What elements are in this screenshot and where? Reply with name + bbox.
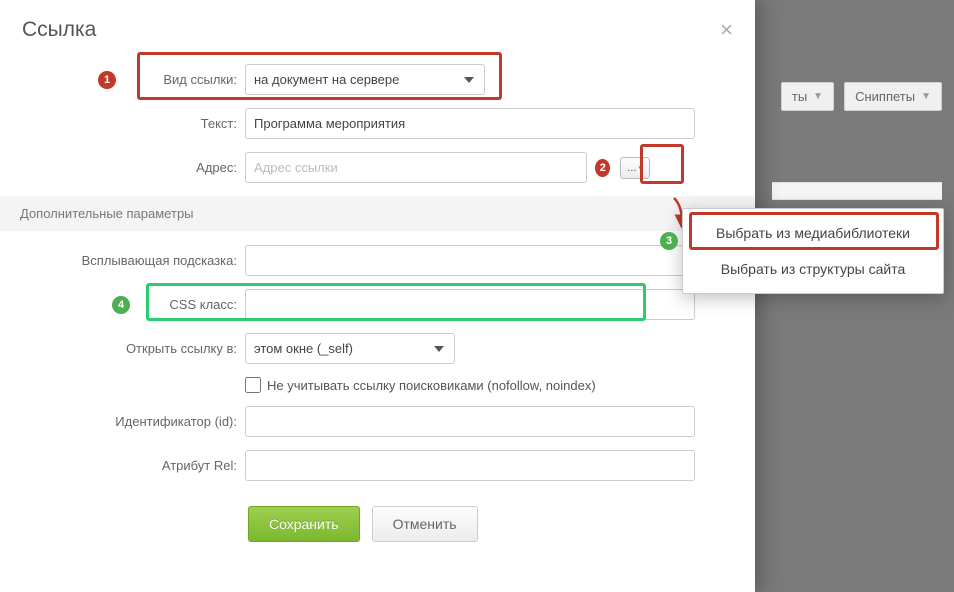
save-button[interactable]: Сохранить (248, 506, 360, 542)
open-in-select[interactable]: этом окне (_self) (245, 333, 455, 364)
link-dialog: Ссылка × 1 Вид ссылки: на документ на се… (0, 0, 755, 592)
row-rel: Атрибут Rel: (0, 450, 755, 481)
chevron-down-icon: ▼ (813, 91, 823, 102)
dialog-title: Ссылка (22, 18, 96, 42)
tooltip-input[interactable] (245, 245, 695, 276)
bg-strip (772, 182, 942, 200)
row-link-type: 1 Вид ссылки: на документ на сервере (0, 64, 755, 95)
row-address: Адрес: 2 ... (0, 152, 755, 183)
bg-button-label: ты (792, 89, 807, 104)
close-icon[interactable]: × (720, 19, 733, 41)
address-input[interactable] (245, 152, 587, 183)
row-open-in: Открыть ссылку в: этом окне (_self) (0, 333, 755, 364)
row-tooltip: Всплывающая подсказка: (0, 245, 755, 276)
annotation-marker-4: 4 (112, 296, 130, 314)
row-css-class: 4 CSS класс: (0, 289, 755, 320)
bg-button-snippets[interactable]: Сниппеты ▼ (844, 82, 942, 111)
identifier-input[interactable] (245, 406, 695, 437)
nofollow-checkbox[interactable] (245, 377, 261, 393)
text-input[interactable] (245, 108, 695, 139)
background-toolbar: ты ▼ Сниппеты ▼ (781, 82, 942, 111)
row-identifier: Идентификатор (id): (0, 406, 755, 437)
dialog-buttons: Сохранить Отменить (0, 506, 755, 542)
label-tooltip: Всплывающая подсказка: (0, 253, 245, 268)
label-identifier: Идентификатор (id): (0, 414, 245, 429)
row-text: Текст: (0, 108, 755, 139)
dropdown-media-library[interactable]: Выбрать из медиабиблиотеки (683, 215, 943, 251)
css-class-input[interactable] (245, 289, 695, 320)
row-nofollow: Не учитывать ссылку поисковиками (nofoll… (0, 377, 755, 393)
bg-button-label: Сниппеты (855, 89, 915, 104)
nofollow-label: Не учитывать ссылку поисковиками (nofoll… (267, 378, 596, 393)
dialog-header: Ссылка × (0, 0, 755, 54)
form: 1 Вид ссылки: на документ на сервере Тек… (0, 54, 755, 542)
annotation-marker-1: 1 (98, 71, 116, 89)
link-type-select[interactable]: на документ на сервере (245, 64, 485, 95)
label-link-type: Вид ссылки: (0, 72, 245, 87)
annotation-marker-2: 2 (595, 159, 610, 177)
chevron-down-icon: ▼ (921, 91, 931, 102)
label-open-in: Открыть ссылку в: (0, 341, 245, 356)
annotation-marker-3: 3 (660, 232, 678, 250)
section-additional-params: Дополнительные параметры (0, 196, 755, 231)
cancel-button[interactable]: Отменить (372, 506, 478, 542)
dropdown-site-structure[interactable]: Выбрать из структуры сайта (683, 251, 943, 287)
label-address: Адрес: (0, 160, 245, 175)
browse-dropdown: Выбрать из медиабиблиотеки Выбрать из ст… (682, 208, 944, 294)
label-rel: Атрибут Rel: (0, 458, 245, 473)
label-text: Текст: (0, 116, 245, 131)
rel-input[interactable] (245, 450, 695, 481)
browse-button[interactable]: ... (620, 157, 650, 179)
bg-button-partial[interactable]: ты ▼ (781, 82, 834, 111)
